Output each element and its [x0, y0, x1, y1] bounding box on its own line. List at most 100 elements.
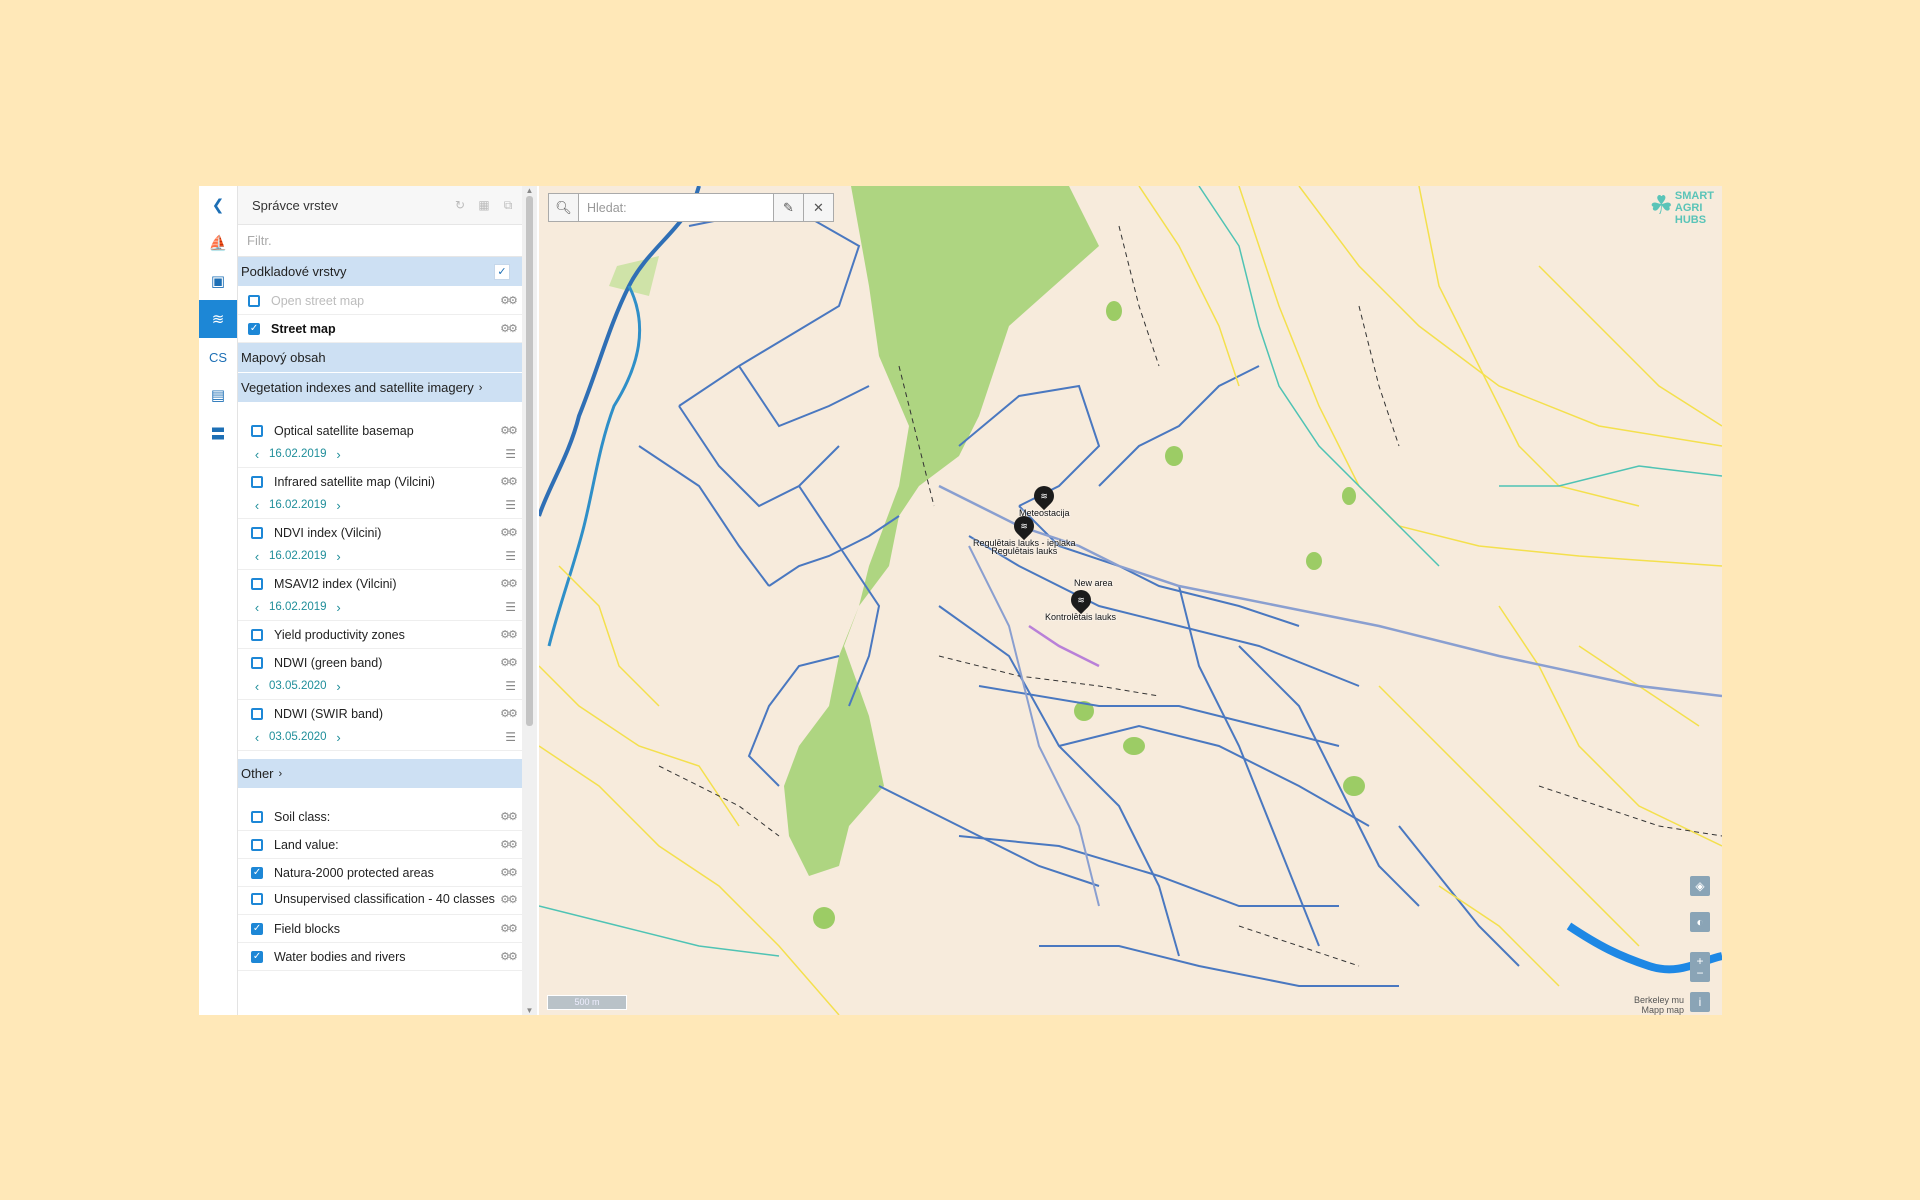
layer-settings-icon[interactable]: ⚙⚙	[500, 922, 518, 935]
date-list-icon[interactable]: ☰	[505, 679, 516, 693]
group-toggle-check[interactable]: ✓	[494, 263, 510, 280]
next-date-icon[interactable]: ›	[333, 447, 345, 462]
layer-settings-icon[interactable]: ⚙⚙	[500, 866, 518, 879]
veg-layer-item[interactable]: NDWI (SWIR band) ⚙⚙ ‹ 03.05.2020 › ☰	[238, 700, 522, 751]
chevron-right-icon: ›	[278, 767, 283, 780]
prev-date-icon[interactable]: ‹	[251, 447, 263, 462]
map-search-input[interactable]	[579, 194, 773, 221]
pencil-icon[interactable]: ✎	[773, 194, 803, 221]
map-marker[interactable]: ≋ Kontrolētais lauks	[1045, 585, 1116, 622]
reset-icon[interactable]: ↻	[450, 198, 470, 212]
next-date-icon[interactable]: ›	[333, 730, 345, 745]
layer-checkbox[interactable]	[251, 893, 263, 905]
zoom-control[interactable]: + −	[1690, 952, 1710, 982]
other-layer-item[interactable]: ✓ Natura-2000 protected areas ⚙⚙	[238, 859, 522, 887]
map-content-group[interactable]: Mapový obsah	[238, 343, 522, 373]
base-layers-group[interactable]: Podkladové vrstvy ✓	[238, 257, 522, 287]
layer-settings-icon[interactable]: ⚙⚙	[500, 475, 518, 488]
layer-settings-icon[interactable]: ⚙⚙	[500, 577, 518, 590]
prev-date-icon[interactable]: ‹	[251, 600, 263, 615]
layer-settings-icon[interactable]: ⚙⚙	[500, 526, 518, 539]
layer-checkbox[interactable]	[251, 526, 263, 539]
layer-checkbox[interactable]: ✓	[251, 866, 263, 879]
layer-checkbox[interactable]: ✓	[251, 950, 263, 963]
layer-settings-icon[interactable]: ⚙⚙	[500, 628, 518, 641]
layer-checkbox[interactable]	[251, 838, 263, 851]
layer-checkbox[interactable]	[251, 656, 263, 669]
layer-checkbox[interactable]: ✓	[251, 922, 263, 935]
veg-layer-item[interactable]: Infrared satellite map (Vilcini) ⚙⚙ ‹ 16.0…	[238, 468, 522, 519]
vegetation-group[interactable]: Vegetation indexes and satellite imagery…	[238, 373, 522, 403]
legend-button[interactable]: ▤	[199, 376, 237, 414]
collapse-panel-button[interactable]: ❮	[199, 186, 237, 224]
other-group[interactable]: Other ›	[238, 759, 522, 789]
base-layer-row[interactable]: Open street map ⚙⚙	[238, 287, 522, 315]
other-layer-item[interactable]: Unsupervised classification - 40 classes…	[238, 887, 522, 915]
other-layer-item[interactable]: ✓ Field blocks ⚙⚙	[238, 915, 522, 943]
date-list-icon[interactable]: ☰	[505, 447, 516, 461]
layer-settings-icon[interactable]: ⚙⚙	[500, 810, 518, 823]
layer-checkbox[interactable]	[251, 628, 263, 641]
layer-checkbox[interactable]	[251, 577, 263, 590]
other-layer-item[interactable]: Land value: ⚙⚙	[238, 831, 522, 859]
language-button[interactable]: CS	[199, 338, 237, 376]
compose-icon[interactable]: ▦	[474, 198, 494, 212]
next-date-icon[interactable]: ›	[333, 600, 345, 615]
prev-date-icon[interactable]: ‹	[251, 498, 263, 513]
layer-checkbox[interactable]	[248, 294, 260, 307]
layer-settings-icon[interactable]: ⚙⚙	[500, 294, 518, 307]
layer-settings-icon[interactable]: ⚙⚙	[500, 322, 518, 335]
save-map-button[interactable]: ▣	[199, 262, 237, 300]
map-marker[interactable]: ≋ Regulētais lauks - ieplaka Regulētais …	[973, 511, 1076, 556]
veg-layer-item[interactable]: NDVI index (Vilcini) ⚙⚙ ‹ 16.02.2019 › ☰	[238, 519, 522, 570]
popout-icon[interactable]: ⧉	[498, 198, 518, 213]
other-layer-item[interactable]: Soil class: ⚙⚙	[238, 803, 522, 831]
close-icon[interactable]: ✕	[803, 194, 833, 221]
layer-checkbox[interactable]	[251, 424, 263, 437]
next-date-icon[interactable]: ›	[333, 549, 345, 564]
other-layer-item[interactable]: ✓ Water bodies and rivers ⚙⚙	[238, 943, 522, 971]
map-marker[interactable]: ≋ Meteostacija	[1019, 481, 1070, 518]
layer-checkbox[interactable]	[251, 475, 263, 488]
layer-checkbox[interactable]	[251, 707, 263, 720]
next-date-icon[interactable]: ›	[333, 498, 345, 513]
date-list-icon[interactable]: ☰	[505, 549, 516, 563]
next-date-icon[interactable]: ›	[333, 679, 345, 694]
zoom-out-icon[interactable]: −	[1696, 967, 1703, 979]
layer-settings-icon[interactable]: ⚙⚙	[500, 950, 518, 963]
layers-icon: ≋	[211, 311, 225, 328]
layer-checkbox[interactable]	[251, 810, 263, 823]
prev-date-icon[interactable]: ‹	[251, 730, 263, 745]
veg-layer-item[interactable]: MSAVI2 index (Vilcini) ⚙⚙ ‹ 16.02.2019 › ☰	[238, 570, 522, 621]
scroll-up-icon[interactable]: ▲	[522, 186, 537, 195]
rotate-button[interactable]: ◐	[1690, 912, 1710, 932]
veg-layer-item[interactable]: NDWI (green band) ⚙⚙ ‹ 03.05.2020 › ☰	[238, 649, 522, 700]
date-list-icon[interactable]: ☰	[505, 730, 516, 744]
info-button[interactable]: i	[1690, 992, 1710, 1012]
panel-scrollbar[interactable]: ▲ ▼	[522, 186, 537, 1015]
date-list-icon[interactable]: ☰	[505, 600, 516, 614]
layer-settings-icon[interactable]: ⚙⚙	[500, 707, 518, 720]
layer-settings-icon[interactable]: ⚙⚙	[500, 838, 518, 851]
scrollbar-thumb[interactable]	[526, 196, 533, 726]
info-icon: i	[1698, 995, 1702, 1009]
tool-rail: ❮ ⛵ ▣ ≋ CS ▤ 〓	[199, 186, 238, 1015]
map-canvas[interactable]: 🔍︎ ✎ ✕ ☘ SMARTAGRIHUBS ≋ Meteostacija ≋ …	[539, 186, 1722, 1015]
locate-button[interactable]: ◈	[1690, 876, 1710, 896]
date-list-icon[interactable]: ☰	[505, 498, 516, 512]
base-layer-row[interactable]: ✓ Street map ⚙⚙	[238, 315, 522, 343]
menu-button[interactable]: 〓	[199, 414, 237, 452]
measure-tool-button[interactable]: ⛵	[199, 224, 237, 262]
veg-layer-item[interactable]: Yield productivity zones ⚙⚙	[238, 621, 522, 649]
layer-settings-icon[interactable]: ⚙⚙	[500, 656, 518, 669]
layer-filter-input[interactable]	[238, 225, 522, 257]
scroll-down-icon[interactable]: ▼	[522, 1006, 537, 1015]
layer-manager-button[interactable]: ≋	[199, 300, 237, 338]
layer-settings-icon[interactable]: ⚙⚙	[500, 424, 518, 437]
search-icon[interactable]: 🔍︎	[549, 194, 579, 221]
prev-date-icon[interactable]: ‹	[251, 549, 263, 564]
layer-settings-icon[interactable]: ⚙⚙	[500, 893, 518, 906]
prev-date-icon[interactable]: ‹	[251, 679, 263, 694]
layer-checkbox[interactable]: ✓	[248, 322, 260, 335]
veg-layer-item[interactable]: Optical satellite basemap ⚙⚙ ‹ 16.02.2019 ›…	[238, 417, 522, 468]
